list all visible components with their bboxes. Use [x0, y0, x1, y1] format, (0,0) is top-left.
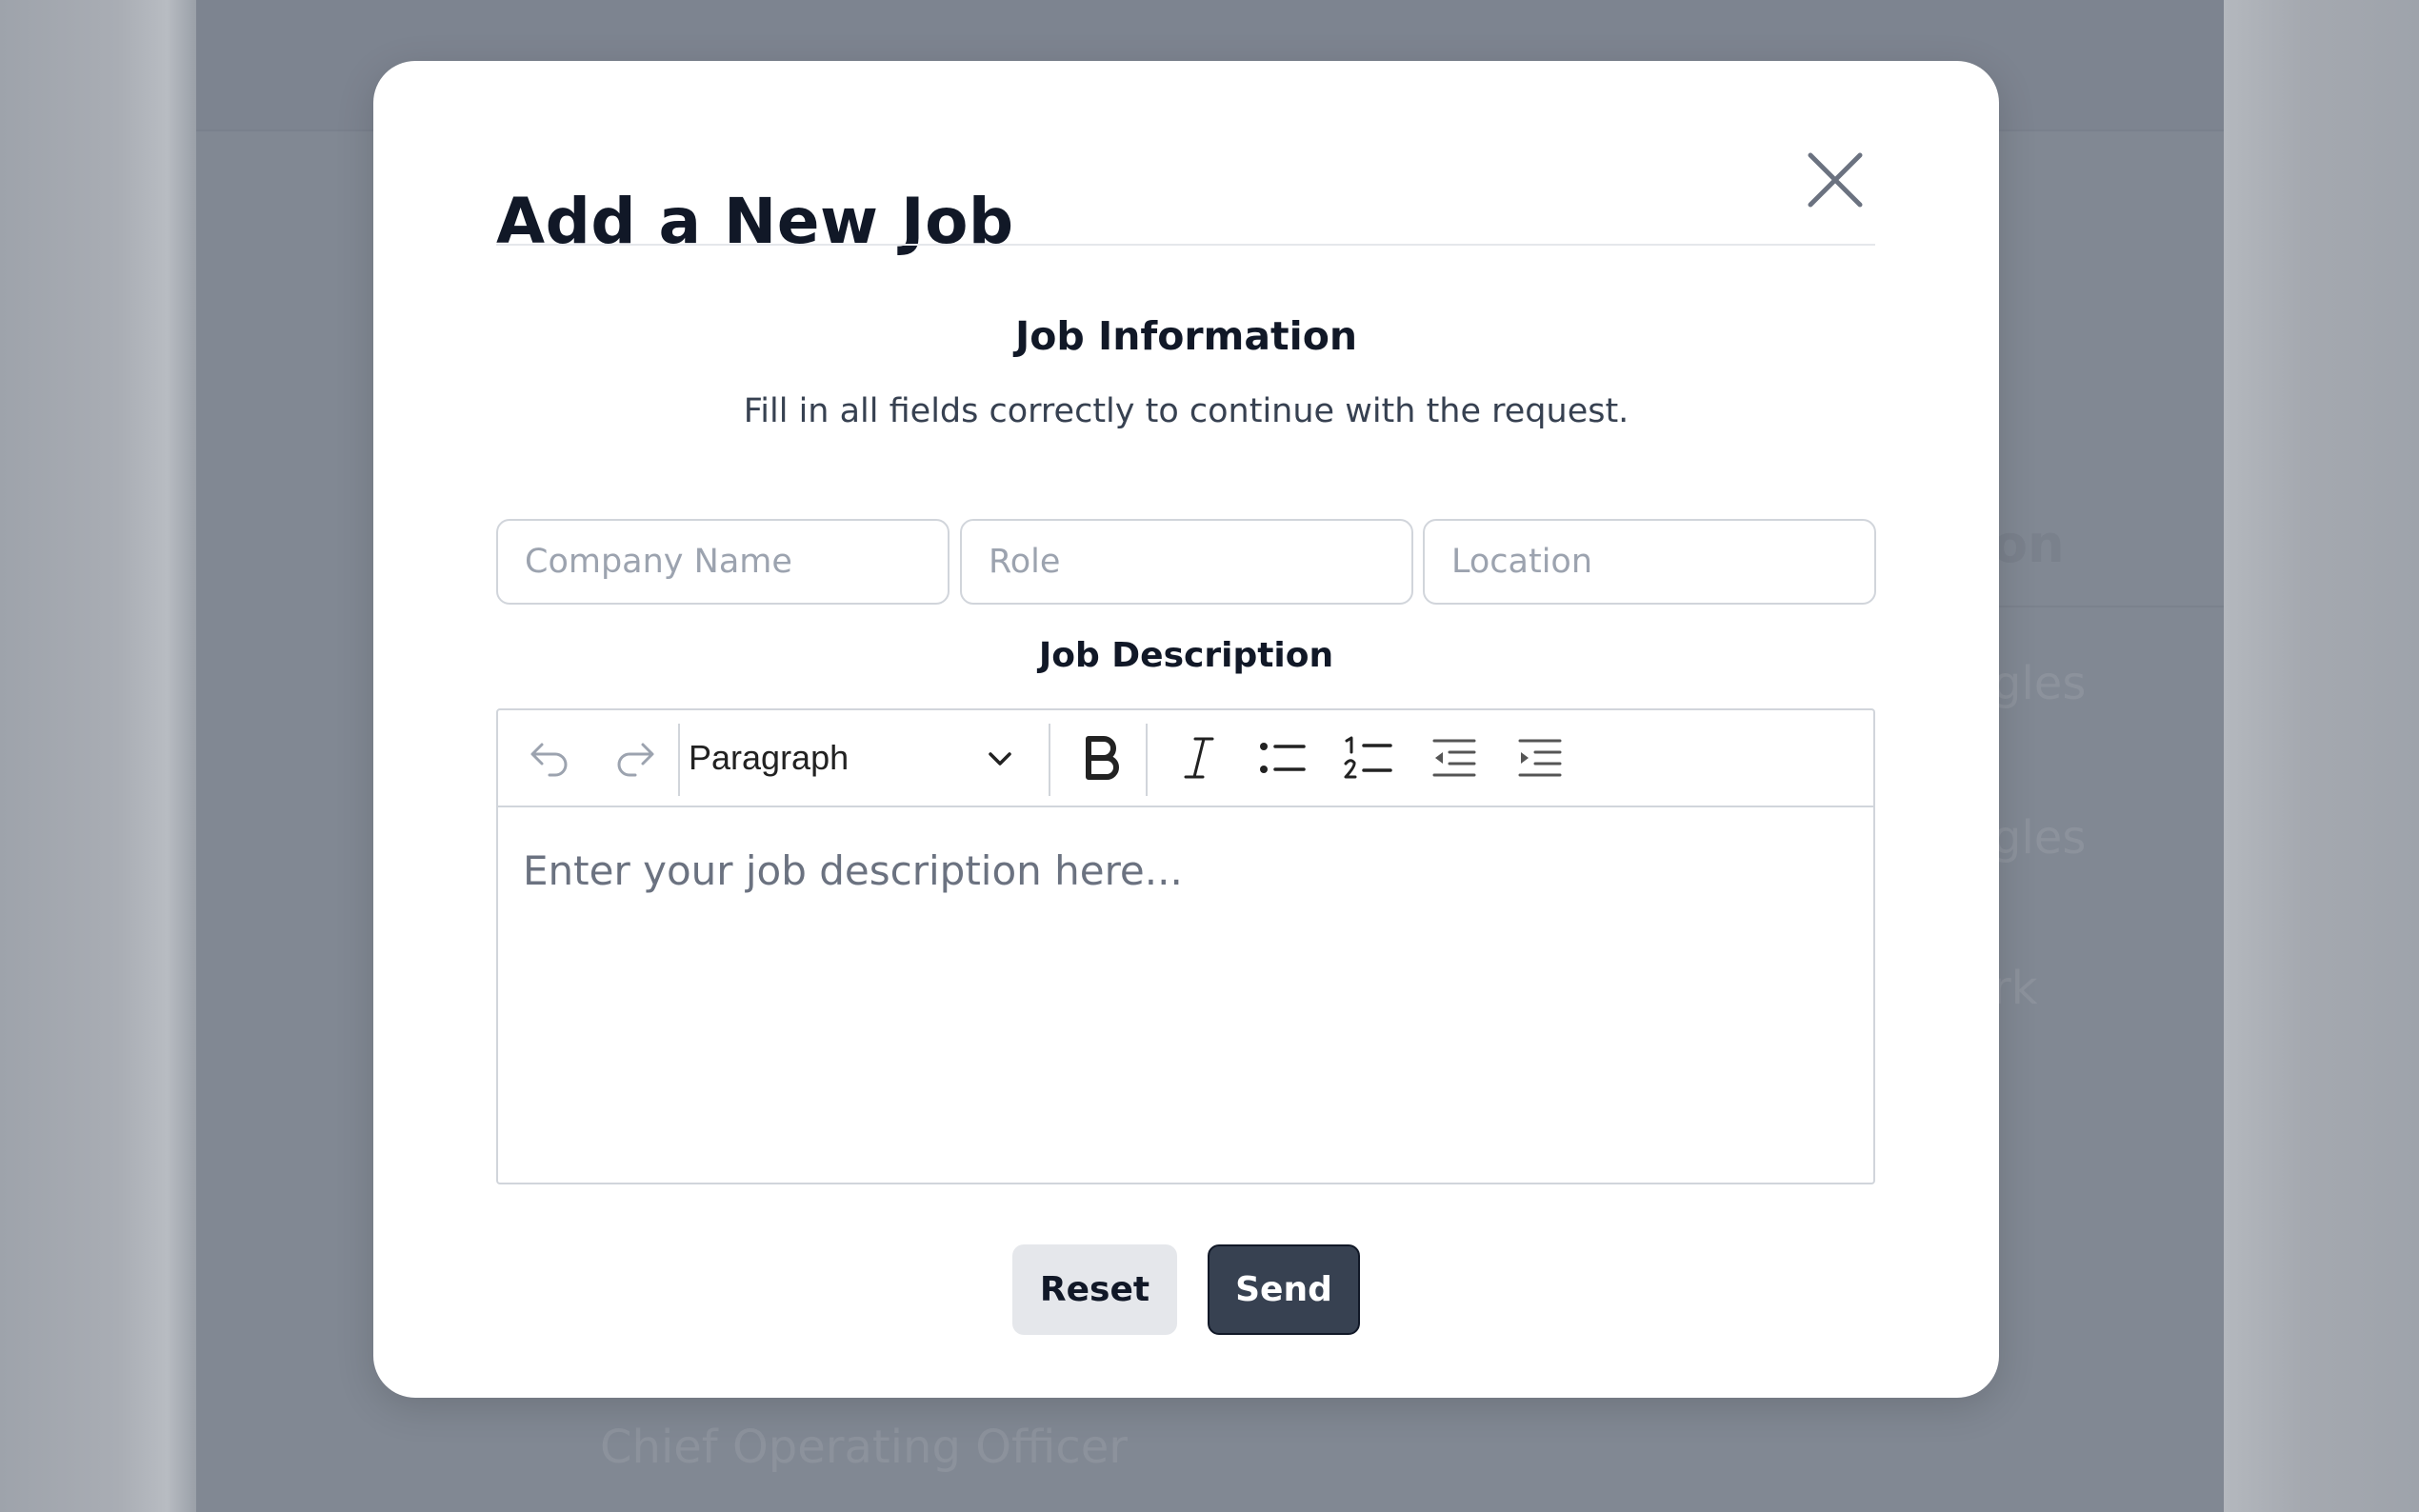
bold-button[interactable]: [1068, 724, 1136, 792]
modal-title: Add a New Job: [496, 185, 1014, 258]
section-subtitle: Fill in all fields correctly to continue…: [743, 392, 1629, 430]
editor-placeholder: Enter your job description here...: [523, 847, 1183, 894]
add-job-modal: Add a New Job Job Information Fill in al…: [373, 61, 1999, 1398]
job-description-label: Job Description: [1038, 636, 1334, 675]
indent-button[interactable]: [1506, 724, 1574, 792]
outdent-icon: [1432, 739, 1476, 777]
background-divider: [1992, 606, 2224, 607]
section-title: Job Information: [1014, 313, 1358, 359]
outdent-button[interactable]: [1420, 724, 1489, 792]
background-item: gles: [1992, 811, 2087, 865]
send-button[interactable]: Send: [1208, 1244, 1360, 1335]
background-item: gles: [1992, 657, 2087, 710]
backdrop-right: [2224, 0, 2419, 1512]
editor-content-area[interactable]: Enter your job description here...: [498, 807, 1873, 1183]
toolbar-separator: [1049, 724, 1050, 796]
indent-icon: [1518, 739, 1562, 777]
chevron-down-icon: [989, 752, 1011, 766]
job-description-editor: Paragraph Enter your job description her…: [496, 708, 1875, 1184]
toolbar-separator: [1146, 724, 1148, 796]
close-icon: [1808, 152, 1863, 208]
numbered-list-button[interactable]: [1334, 724, 1403, 792]
company-name-input[interactable]: [496, 519, 950, 605]
header-divider: [496, 244, 1875, 246]
role-input[interactable]: [960, 519, 1413, 605]
redo-button[interactable]: [601, 724, 670, 792]
redo-icon: [617, 743, 654, 777]
location-input[interactable]: [1423, 519, 1876, 605]
toolbar-separator: [678, 724, 680, 796]
block-format-select[interactable]: Paragraph: [689, 724, 1031, 792]
bullet-list-button[interactable]: [1249, 724, 1317, 792]
undo-button[interactable]: [515, 724, 584, 792]
bold-icon: [1086, 736, 1119, 780]
bullet-list-icon: [1260, 743, 1306, 773]
numbered-list-icon: [1344, 736, 1392, 779]
close-button[interactable]: [1792, 137, 1878, 223]
undo-icon: [530, 743, 568, 777]
background-item: rk: [1992, 962, 2038, 1015]
italic-icon: [1184, 737, 1214, 779]
background-footer-text: Chief Operating Officer: [600, 1421, 1129, 1474]
block-format-value: Paragraph: [689, 738, 850, 777]
reset-button[interactable]: Reset: [1012, 1244, 1177, 1335]
italic-button[interactable]: [1165, 724, 1233, 792]
editor-toolbar: Paragraph: [498, 710, 1873, 807]
background-heading: on: [1992, 514, 2065, 574]
backdrop-left: [0, 0, 196, 1512]
